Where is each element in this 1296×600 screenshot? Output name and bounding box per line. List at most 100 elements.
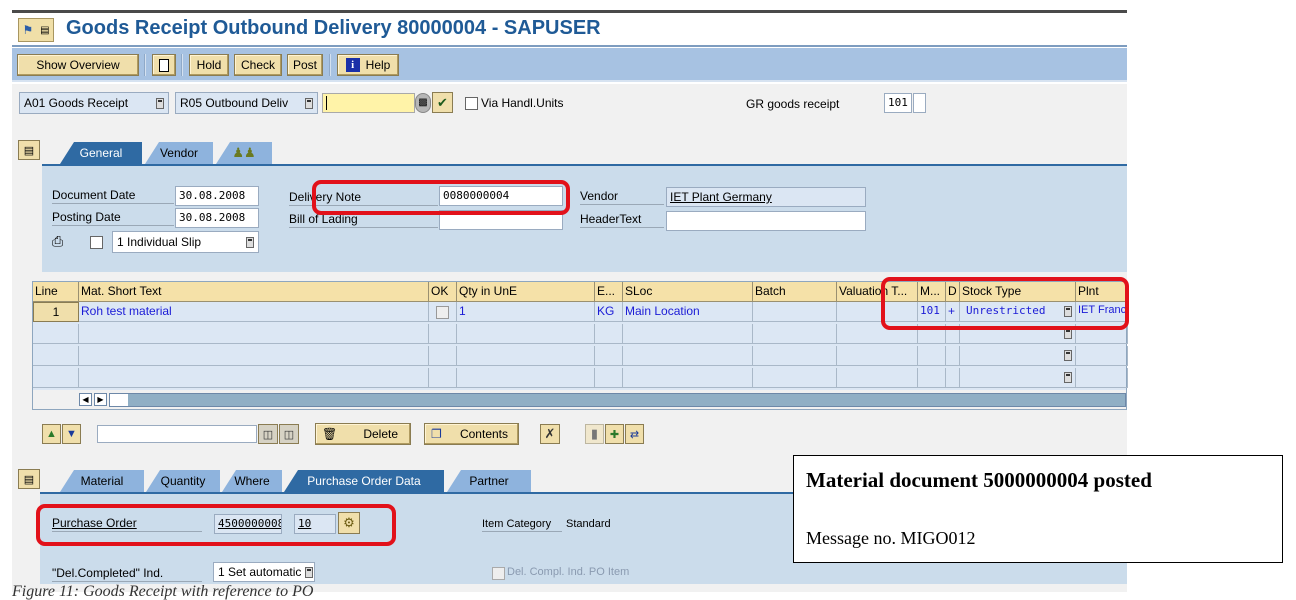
check-button[interactable]: Check	[234, 54, 282, 76]
sort-ascending-icon[interactable]: ▲	[42, 424, 61, 444]
column-header-batch[interactable]: Batch	[753, 282, 837, 302]
slip-select[interactable]: 1 Individual Slip	[112, 231, 259, 253]
plant-cell[interactable]	[1076, 368, 1128, 388]
via-handling-units-checkbox[interactable]	[465, 97, 478, 110]
column-header-valuation[interactable]: Valuation T...	[837, 282, 918, 302]
dropdown-icon[interactable]	[1064, 306, 1072, 317]
material-cell[interactable]: Roh test material	[79, 302, 429, 322]
show-overview-button[interactable]: Show Overview	[17, 54, 139, 76]
collapse-detail-icon[interactable]: ▤	[18, 469, 40, 489]
debit-cell[interactable]	[946, 346, 960, 366]
action-select[interactable]: A01 Goods Receipt	[19, 92, 169, 114]
posting-date-input[interactable]: 30.08.2008	[175, 208, 259, 228]
plant-cell[interactable]	[1076, 324, 1128, 344]
stock-type-cell[interactable]	[960, 346, 1076, 366]
batch-cell[interactable]	[753, 302, 837, 322]
column-header-qty[interactable]: Qty in UnE	[457, 282, 595, 302]
row-selector[interactable]	[33, 346, 79, 366]
transaction-icon[interactable]: ⚑	[22, 23, 33, 37]
dropdown-icon[interactable]	[1064, 350, 1072, 361]
material-cell[interactable]	[79, 324, 429, 344]
column-header-material[interactable]: Mat. Short Text	[79, 282, 429, 302]
column-header-sloc[interactable]: SLoc	[623, 282, 753, 302]
tab-purchase-order-data[interactable]: Purchase Order Data	[284, 470, 444, 492]
stock-type-cell[interactable]: Unrestricted	[960, 302, 1076, 322]
valuation-cell[interactable]	[837, 368, 918, 388]
menu-icon[interactable]: ▤	[40, 25, 49, 36]
search-help-icon[interactable]: ▩	[415, 93, 431, 113]
display-po-icon[interactable]: ⚙	[338, 512, 360, 534]
add-line-icon[interactable]: ✚	[605, 424, 624, 444]
qty-cell[interactable]: 1	[457, 302, 595, 322]
table-search-input[interactable]	[97, 425, 257, 443]
valuation-cell[interactable]	[837, 324, 918, 344]
movement-cell[interactable]: 101	[918, 302, 946, 322]
horizontal-scrollbar[interactable]	[109, 393, 1126, 407]
column-header-line[interactable]: Line	[33, 282, 79, 302]
debit-cell[interactable]	[946, 324, 960, 344]
reference-document-select[interactable]: R05 Outbound Deliv	[175, 92, 318, 114]
help-button[interactable]: i Help	[337, 54, 399, 76]
unit-cell[interactable]	[595, 346, 623, 366]
contents-button[interactable]: ❐ Contents	[424, 423, 519, 445]
debit-cell[interactable]	[946, 368, 960, 388]
sloc-cell[interactable]	[623, 368, 753, 388]
ok-cell[interactable]	[429, 368, 457, 388]
row-selector[interactable]: 1	[33, 302, 79, 322]
find-icon[interactable]: ◫	[258, 424, 278, 444]
tab-partner[interactable]: Partner	[447, 470, 531, 492]
sloc-cell[interactable]: Main Location	[623, 302, 753, 322]
delete-button[interactable]: 🗑 Delete	[315, 423, 411, 445]
document-date-input[interactable]: 30.08.2008	[175, 186, 259, 206]
batch-cell[interactable]	[753, 324, 837, 344]
movement-cell[interactable]	[918, 368, 946, 388]
collapse-header-icon[interactable]: ▤	[18, 140, 40, 160]
bill-of-lading-input[interactable]	[439, 210, 563, 230]
stock-type-cell[interactable]	[960, 324, 1076, 344]
del-completed-select[interactable]: 1 Set automatic	[213, 562, 315, 582]
find-next-icon[interactable]: ◫	[279, 424, 299, 444]
transfer-icon[interactable]: ⇄	[625, 424, 644, 444]
valuation-cell[interactable]	[837, 302, 918, 322]
filter-icon[interactable]: ▼	[62, 424, 81, 444]
expand-icon[interactable]: ✗	[540, 424, 560, 444]
movement-type-input[interactable]: 101	[884, 93, 912, 113]
batch-cell[interactable]	[753, 368, 837, 388]
material-cell[interactable]	[79, 368, 429, 388]
dropdown-icon[interactable]	[1064, 372, 1072, 383]
qty-cell[interactable]	[457, 368, 595, 388]
stock-type-cell[interactable]	[960, 368, 1076, 388]
post-button[interactable]: Post	[287, 54, 323, 76]
debit-cell[interactable]: +	[946, 302, 960, 322]
title-icon-group[interactable]: ⚑ ▤	[18, 18, 54, 42]
movement-cell[interactable]	[918, 324, 946, 344]
po-item-value[interactable]: 10	[294, 514, 336, 534]
unit-cell[interactable]	[595, 368, 623, 388]
movement-type-suffix-input[interactable]	[913, 93, 926, 113]
column-header-debit[interactable]: D	[946, 282, 960, 302]
row-selector[interactable]	[33, 324, 79, 344]
plant-cell[interactable]: IET France	[1076, 302, 1128, 322]
delivery-note-input[interactable]: 0080000004	[439, 186, 563, 206]
unit-cell[interactable]: KG	[595, 302, 623, 322]
tab-general[interactable]: General	[60, 142, 142, 164]
ok-cell[interactable]	[429, 324, 457, 344]
qty-cell[interactable]	[457, 346, 595, 366]
valuation-cell[interactable]	[837, 346, 918, 366]
sloc-cell[interactable]	[623, 324, 753, 344]
movement-cell[interactable]	[918, 346, 946, 366]
dropdown-icon[interactable]	[1064, 328, 1072, 339]
vendor-value[interactable]: IET Plant Germany	[666, 187, 866, 207]
batch-cell[interactable]	[753, 346, 837, 366]
ok-cell[interactable]	[429, 346, 457, 366]
material-cell[interactable]	[79, 346, 429, 366]
print-checkbox[interactable]	[90, 236, 103, 249]
hold-button[interactable]: Hold	[189, 54, 229, 76]
scroll-left-arrow-icon[interactable]: ◀	[79, 393, 92, 406]
tab-material[interactable]: Material	[60, 470, 144, 492]
scroll-right-arrow-icon[interactable]: ▶	[94, 393, 107, 406]
column-header-ok[interactable]: OK	[429, 282, 457, 302]
sloc-cell[interactable]	[623, 346, 753, 366]
plant-cell[interactable]	[1076, 346, 1128, 366]
ok-checkbox[interactable]	[436, 306, 449, 319]
